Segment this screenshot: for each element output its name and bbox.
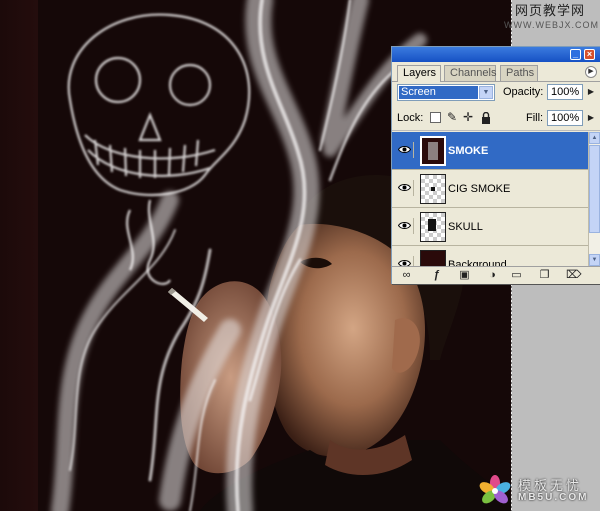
palette-menu-icon[interactable]: ▶ bbox=[585, 66, 597, 78]
palette-tabs: Layers Channels Paths ▶ bbox=[392, 63, 600, 82]
layer-row-cig-smoke[interactable]: CIG SMOKE bbox=[392, 170, 588, 208]
layer-row-smoke[interactable]: SMOKE bbox=[392, 132, 588, 170]
opacity-slider-arrow-icon[interactable]: ▶ bbox=[585, 84, 597, 100]
watermark-top: 网页教学网 WWW.WEBJX.COM bbox=[504, 3, 599, 35]
transparency-lock-icon[interactable] bbox=[430, 112, 441, 123]
fill-label: Fill: bbox=[526, 112, 544, 124]
palette-titlebar[interactable]: _ × bbox=[392, 47, 600, 62]
scroll-up-icon[interactable]: ▲ bbox=[589, 132, 600, 144]
watermark-bottom-url: MB5U.COM bbox=[518, 492, 589, 503]
close-button[interactable]: × bbox=[584, 49, 595, 60]
layers-list: SMOKE CIG SMOKE SKULL Background bbox=[392, 132, 588, 266]
layer-thumbnail bbox=[420, 136, 446, 166]
minimize-button[interactable]: _ bbox=[570, 49, 581, 60]
layer-row-background[interactable]: Background bbox=[392, 246, 588, 266]
visibility-eye-icon[interactable] bbox=[396, 142, 414, 158]
opacity-label: Opacity: bbox=[503, 86, 544, 98]
scroll-thumb[interactable] bbox=[589, 145, 600, 233]
watermark-bottom: 模板无忧 MB5U.COM bbox=[478, 472, 598, 508]
move-icon[interactable]: ✛ bbox=[463, 110, 473, 124]
layers-palette: _ × Layers Channels Paths ▶ Screen ▼ Opa… bbox=[391, 46, 600, 284]
flower-logo-icon bbox=[479, 475, 511, 504]
visibility-eye-icon[interactable] bbox=[396, 180, 414, 196]
fx-icon[interactable]: ƒ bbox=[430, 269, 443, 281]
scroll-down-icon[interactable]: ▼ bbox=[589, 254, 600, 266]
layer-row-skull[interactable]: SKULL bbox=[392, 208, 588, 246]
lock-row: Lock: ✎ ✛ Fill: 100% ▶ bbox=[392, 108, 600, 131]
layer-name: CIG SMOKE bbox=[448, 183, 511, 195]
tab-channels[interactable]: Channels bbox=[444, 65, 496, 81]
lock-label: Lock: bbox=[397, 112, 424, 124]
layer-thumbnail bbox=[420, 174, 446, 204]
watermark-top-url: WWW.WEBJX.COM bbox=[504, 20, 599, 30]
blend-row: Screen ▼ Opacity: 100% ▶ bbox=[392, 83, 600, 105]
chevron-down-icon[interactable]: ▼ bbox=[479, 86, 493, 99]
brush-icon[interactable]: ✎ bbox=[447, 110, 457, 124]
padlock-icon[interactable] bbox=[481, 112, 491, 124]
tab-layers[interactable]: Layers bbox=[397, 65, 441, 82]
layer-thumbnail bbox=[420, 212, 446, 242]
folder-icon[interactable]: ▭ bbox=[510, 269, 523, 281]
layer-name: Background bbox=[448, 259, 507, 266]
adjustment-icon[interactable]: ◑ bbox=[486, 269, 499, 281]
layer-name: SMOKE bbox=[448, 145, 489, 157]
palette-bottom-bar: ∞ ƒ ▣ ◑ ▭ ❐ ⌦ bbox=[392, 266, 600, 284]
fill-input[interactable]: 100% bbox=[547, 110, 583, 126]
watermark-top-text: 网页教学网 bbox=[514, 4, 585, 19]
trash-icon[interactable]: ⌦ bbox=[566, 269, 582, 281]
layer-thumbnail bbox=[420, 250, 446, 266]
visibility-eye-icon[interactable] bbox=[396, 256, 414, 266]
blend-mode-select[interactable]: Screen ▼ bbox=[397, 84, 495, 101]
visibility-eye-icon[interactable] bbox=[396, 218, 414, 234]
layers-scrollbar[interactable]: ▲ ▼ bbox=[588, 132, 600, 266]
link-icon[interactable]: ∞ bbox=[400, 269, 413, 281]
blend-mode-value: Screen bbox=[399, 86, 478, 99]
opacity-input[interactable]: 100% bbox=[547, 84, 583, 100]
tab-paths[interactable]: Paths bbox=[500, 65, 538, 81]
mask-icon[interactable]: ▣ bbox=[458, 269, 471, 281]
layer-name: SKULL bbox=[448, 221, 483, 233]
fill-slider-arrow-icon[interactable]: ▶ bbox=[585, 110, 597, 126]
new-layer-icon[interactable]: ❐ bbox=[538, 269, 551, 281]
